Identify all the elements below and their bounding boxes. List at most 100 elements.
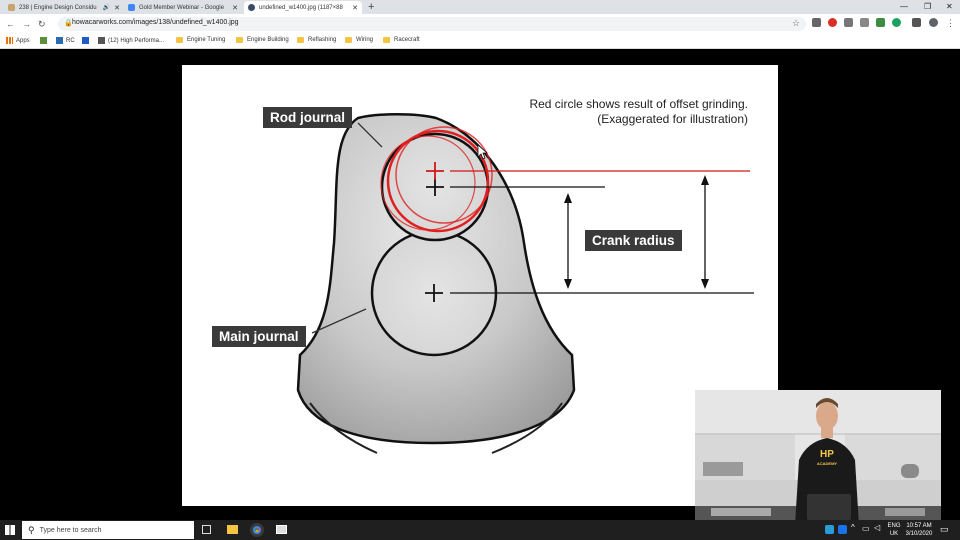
shirt-logo-bottom: ACADEMY <box>816 461 838 466</box>
tab-title: 238 | Engine Design Considu <box>19 4 97 11</box>
diagram-caption: Red circle shows result of offset grindi… <box>529 97 748 127</box>
clock-date: 3/10/2020 <box>905 531 933 537</box>
tab-title: undefined_w1400.jpg (1187×88 <box>259 4 343 11</box>
extension-icon[interactable] <box>892 18 901 27</box>
bookmark-high-performance[interactable]: (12) High Performa... <box>98 37 164 44</box>
address-url: howacarworks.com/images/138/undefined_w1… <box>72 19 239 26</box>
bookmark-folder-racecraft[interactable]: Racecraft <box>383 37 420 43</box>
photos-icon[interactable] <box>276 525 287 534</box>
chevron-up-icon[interactable]: ^ <box>851 523 855 532</box>
arrow-head <box>701 175 709 185</box>
bookmark-label: Engine Building <box>247 37 289 43</box>
main-journal-label: Main journal <box>212 326 306 347</box>
rod-journal-label: Rod journal <box>263 107 352 128</box>
bookmark-label: (12) High Performa... <box>108 37 165 44</box>
bookmark-label: Racecraft <box>394 37 420 43</box>
tab-undefined-jpg[interactable]: undefined_w1400.jpg (1187×88 ✕ <box>244 1 362 14</box>
folder-icon <box>345 37 352 43</box>
chrome-icon[interactable] <box>250 523 264 537</box>
folder-icon <box>383 37 390 43</box>
bookmark-folder-reflashing[interactable]: Reflashing <box>297 37 336 43</box>
bookmark-label: Wiring <box>356 37 374 43</box>
close-icon[interactable]: ✕ <box>110 4 120 12</box>
volume-icon[interactable]: ◁ <box>874 523 880 532</box>
bookmarks-bar: Apps RC (12) High Performa... Engine Tun… <box>0 34 960 49</box>
crank-radius-label: Crank radius <box>585 230 682 251</box>
folder-icon <box>236 37 243 43</box>
address-bar[interactable]: 🔒 howacarworks.com/images/138/undefined_… <box>58 17 806 31</box>
network-icon[interactable]: ▭ <box>862 524 870 533</box>
system-clock[interactable]: 10:57 AM 3/10/2020 <box>904 522 934 538</box>
shirt-logo-top: HP <box>820 449 834 460</box>
bookmark-item[interactable] <box>40 37 50 44</box>
bookmark-rc[interactable]: RC <box>56 37 75 44</box>
apps-grid-icon <box>6 37 13 44</box>
bookmark-folder-wiring[interactable]: Wiring <box>345 37 373 43</box>
reload-button[interactable]: ↻ <box>38 18 46 30</box>
close-icon[interactable]: ✕ <box>228 4 238 12</box>
folder-icon <box>297 37 304 43</box>
tab-favicon <box>8 4 15 11</box>
extension-icon[interactable] <box>844 18 853 27</box>
menu-icon[interactable]: ⋮ <box>946 17 955 29</box>
bookmark-label: Engine Tuning <box>187 37 226 43</box>
speaker-icon[interactable]: 🔊 <box>103 4 110 11</box>
browser-toolbar: ← → ↻ 🔒 howacarworks.com/images/138/unde… <box>0 14 960 34</box>
minimize-button[interactable]: — <box>900 0 908 14</box>
extension-icon[interactable] <box>860 18 869 27</box>
back-button[interactable]: ← <box>6 18 15 30</box>
bookmark-star-icon[interactable]: ☆ <box>792 18 800 29</box>
bookmark-folder-engine-building[interactable]: Engine Building <box>236 37 289 43</box>
search-icon: ⚲ <box>28 524 35 535</box>
tab-title: Gold Member Webinar - Google <box>139 4 224 11</box>
arrow-head <box>564 279 572 289</box>
tray-app-icon[interactable] <box>838 525 847 534</box>
tab-strip: 238 | Engine Design Considu 🔊 ✕ Gold Mem… <box>0 0 960 14</box>
language-code: ENG <box>887 523 901 529</box>
close-window-button[interactable]: ✕ <box>946 0 953 14</box>
extension-icon[interactable] <box>812 18 821 27</box>
bookmark-label: Reflashing <box>308 37 337 43</box>
caption-line-1: Red circle shows result of offset grindi… <box>529 97 748 111</box>
tab-gold-member-webinar[interactable]: Gold Member Webinar - Google ✕ <box>124 1 242 14</box>
taskbar: ⚲ Type here to search ^ ▭ ◁ ENG UK 10:57… <box>0 520 960 540</box>
bookmark-folder-engine-tuning[interactable]: Engine Tuning <box>176 37 225 43</box>
tab-favicon <box>248 4 255 11</box>
file-explorer-icon[interactable] <box>227 525 238 534</box>
clock-time: 10:57 AM <box>906 523 932 529</box>
bookmark-label: Apps <box>16 37 30 44</box>
folder-icon <box>176 37 183 43</box>
extension-icon[interactable] <box>912 18 921 27</box>
search-placeholder: Type here to search <box>39 526 102 534</box>
tray-app-icon[interactable] <box>825 525 834 534</box>
extension-icon[interactable] <box>876 18 885 27</box>
forward-button[interactable]: → <box>22 18 31 30</box>
caption-line-2: (Exaggerated for illustration) <box>597 112 748 126</box>
tab-engine-design[interactable]: 238 | Engine Design Considu 🔊 ✕ <box>4 1 122 14</box>
extension-icon[interactable] <box>828 18 837 27</box>
arrow-head <box>564 193 572 203</box>
shirt-logo-text: HP ACADEMY <box>814 450 840 468</box>
bookmark-apps[interactable]: Apps <box>6 37 30 44</box>
taskbar-search-input[interactable]: ⚲ Type here to search <box>22 521 194 539</box>
bookmark-item[interactable] <box>82 37 92 44</box>
task-view-icon[interactable] <box>202 525 211 534</box>
notification-icon[interactable]: ▭ <box>940 524 949 535</box>
crankshaft-diagram <box>296 113 754 454</box>
restore-button[interactable]: ❐ <box>924 0 931 14</box>
bookmark-favicon <box>98 37 105 44</box>
webcam-overlay: HP ACADEMY <box>695 390 941 526</box>
new-tab-button[interactable]: + <box>368 0 374 14</box>
avatar[interactable] <box>929 18 938 27</box>
close-icon[interactable]: ✕ <box>348 4 358 12</box>
bookmark-favicon <box>40 37 47 44</box>
language-region: UK <box>889 531 899 537</box>
language-indicator[interactable]: ENG UK <box>886 522 902 538</box>
bookmark-favicon <box>82 37 89 44</box>
bookmark-label: RC <box>66 37 75 44</box>
bookmark-favicon <box>56 37 63 44</box>
arrow-head <box>701 279 709 289</box>
tab-favicon <box>128 4 135 11</box>
windows-start-icon[interactable] <box>5 525 15 535</box>
image-content: Red circle shows result of offset grindi… <box>182 65 778 506</box>
